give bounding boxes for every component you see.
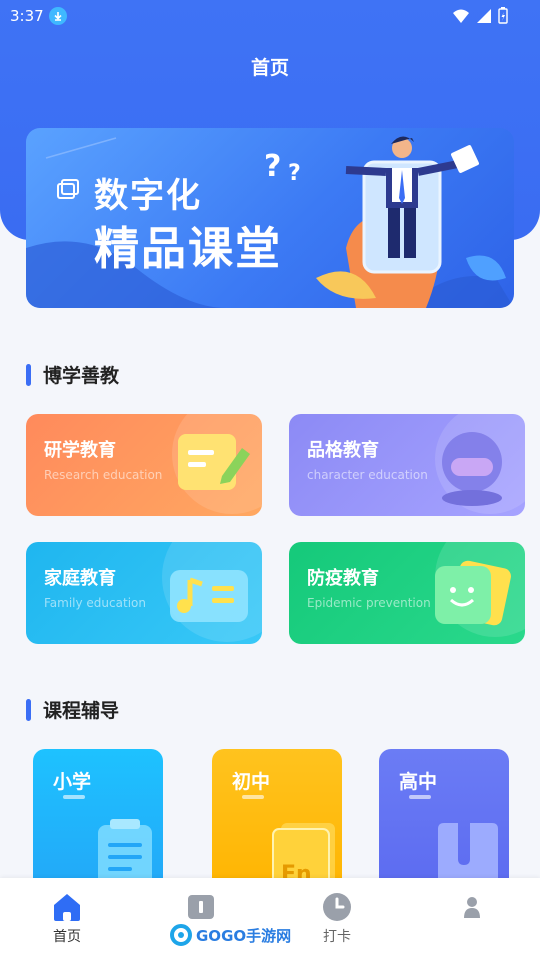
- clock-icon: [297, 892, 377, 922]
- page-title: 首页: [250, 57, 289, 79]
- nav-item-home[interactable]: 首页: [27, 892, 107, 946]
- card-subtitle: Family education: [44, 596, 146, 610]
- battery-icon: [498, 7, 508, 24]
- download-icon: [49, 7, 67, 25]
- svg-text:?: ?: [288, 161, 301, 186]
- card-family-education[interactable]: 家庭教育 Family education: [26, 542, 262, 644]
- course-title: 初中: [232, 771, 271, 793]
- watermark: GOGO手游网: [170, 924, 291, 946]
- nav-item-study[interactable]: [161, 892, 241, 926]
- notebook-pencil-icon: [178, 434, 250, 490]
- card-subtitle: Epidemic prevention: [307, 596, 431, 610]
- card-title: 研学教育: [44, 440, 116, 461]
- banner-title-line1: 数字化: [94, 176, 202, 216]
- course-title: 小学: [53, 771, 92, 793]
- status-icons: [452, 7, 508, 24]
- status-bar: 3:37: [0, 0, 540, 32]
- smiley-cards-icon: [435, 560, 511, 626]
- watermark-logo-icon: [170, 924, 192, 946]
- card-title: 家庭教育: [44, 568, 116, 589]
- course-card-junior[interactable]: 初中 En: [212, 749, 342, 899]
- signal-icon: [477, 8, 491, 23]
- course-dash: [242, 795, 264, 799]
- course-title: 高中: [399, 771, 438, 793]
- wifi-icon: [453, 9, 469, 23]
- course-card-senior[interactable]: 高中: [379, 749, 509, 899]
- section-marker: [26, 363, 31, 386]
- course-dash: [63, 795, 85, 799]
- card-epidemic-education[interactable]: 防疫教育 Epidemic prevention: [289, 542, 525, 644]
- card-subtitle: character education: [307, 468, 428, 482]
- section-marker: [26, 698, 31, 721]
- banner-title-line2: 精品课堂: [94, 222, 283, 275]
- card-subtitle: Research education: [44, 468, 163, 482]
- nav-item-profile[interactable]: [432, 892, 512, 926]
- card-title: 防疫教育: [307, 568, 379, 589]
- status-time: 3:37: [10, 7, 44, 25]
- user-icon: [432, 892, 512, 922]
- section-title-kcfd: 课程辅导: [26, 696, 119, 723]
- astronaut-icon: [442, 432, 502, 506]
- bottom-nav: 首页 打卡: [0, 878, 540, 960]
- section-title-text: 课程辅导: [43, 700, 120, 722]
- book-icon: [161, 892, 241, 922]
- nav-label: 首页: [53, 929, 81, 945]
- course-card-primary[interactable]: 小学: [33, 749, 163, 899]
- section-title-bxsj: 博学善教: [26, 361, 119, 388]
- card-character-education[interactable]: 品格教育 character education: [289, 414, 525, 516]
- card-research-education[interactable]: 研学教育 Research education: [26, 414, 262, 516]
- section-title-text: 博学善教: [43, 365, 120, 387]
- svg-text:?: ?: [264, 149, 281, 184]
- nav-item-checkin[interactable]: 打卡: [297, 892, 377, 946]
- music-note-icon: [170, 570, 248, 622]
- card-title: 品格教育: [307, 440, 379, 461]
- watermark-text: GOGO手游网: [196, 926, 292, 945]
- home-icon: [27, 892, 107, 922]
- nav-label: 打卡: [323, 929, 351, 945]
- course-dash: [409, 795, 431, 799]
